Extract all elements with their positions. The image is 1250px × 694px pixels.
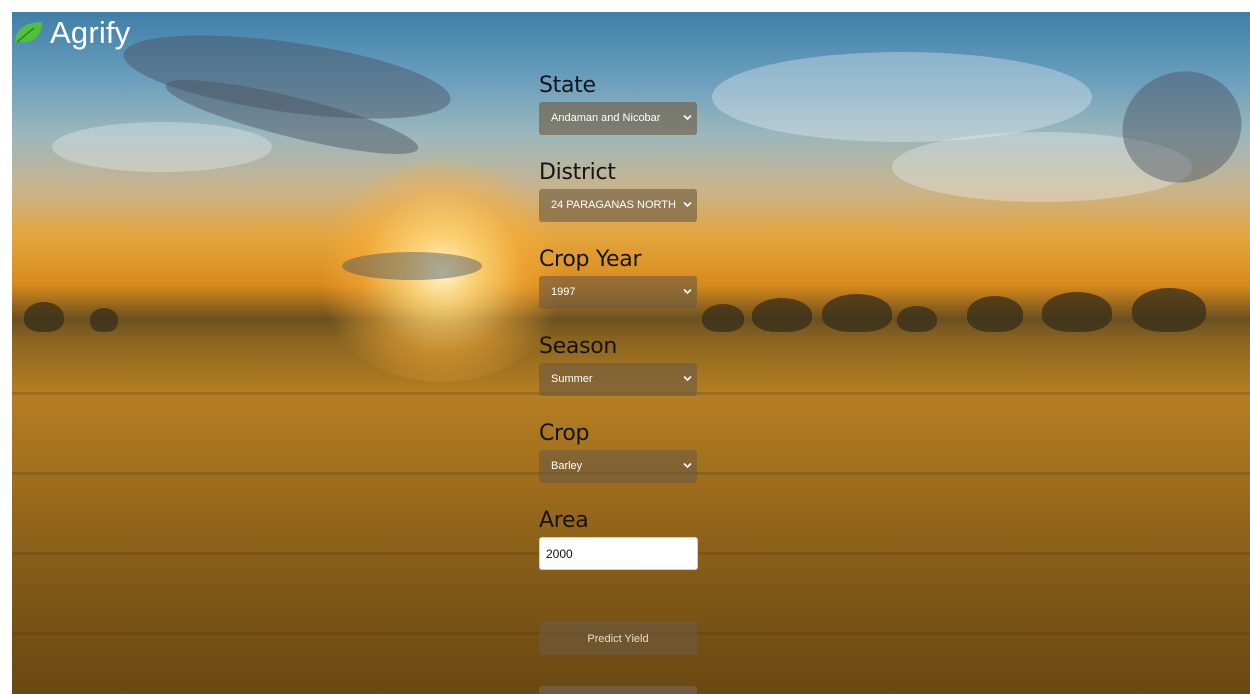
prediction-result: prediction : 1234.0 (539, 686, 697, 694)
crop-label: Crop (539, 421, 590, 446)
tree (1042, 292, 1112, 332)
brand-logo[interactable]: Agrify (12, 16, 130, 50)
area-input[interactable] (539, 537, 698, 570)
crop-select-value: Barley (551, 460, 583, 472)
state-label: State (539, 73, 596, 98)
background-scene: Agrify State Andaman and Nicobar Distric… (12, 12, 1250, 694)
state-select[interactable]: Andaman and Nicobar (539, 102, 697, 135)
brand-name: Agrify (50, 15, 131, 50)
crop-year-select[interactable]: 1997 (539, 276, 697, 309)
predict-yield-button[interactable]: Predict Yield (539, 622, 697, 655)
tree (822, 294, 892, 332)
district-select[interactable]: 24 PARAGANAS NORTH (539, 189, 697, 222)
area-label: Area (539, 508, 589, 533)
chevron-down-icon (683, 375, 692, 382)
crop-select[interactable]: Barley (539, 450, 697, 483)
chevron-down-icon (683, 288, 692, 295)
crop-year-label: Crop Year (539, 247, 642, 272)
tree (897, 306, 937, 332)
season-select[interactable]: Summer (539, 363, 697, 396)
tree (967, 296, 1023, 332)
district-label: District (539, 160, 616, 185)
cloud (712, 52, 1092, 142)
cloud (342, 252, 482, 280)
district-select-value: 24 PARAGANAS NORTH (551, 199, 676, 211)
state-select-value: Andaman and Nicobar (551, 112, 661, 124)
leaf-icon (15, 22, 42, 43)
yield-prediction-form: State Andaman and Nicobar District 24 PA… (539, 70, 709, 694)
crop-year-select-value: 1997 (551, 286, 576, 298)
tree (24, 302, 64, 332)
chevron-down-icon (683, 114, 692, 121)
chevron-down-icon (683, 462, 692, 469)
season-label: Season (539, 334, 618, 359)
tree (90, 308, 118, 332)
tree (1132, 288, 1206, 332)
cloud (52, 122, 272, 172)
season-select-value: Summer (551, 373, 593, 385)
chevron-down-icon (683, 201, 692, 208)
tree (752, 298, 812, 332)
